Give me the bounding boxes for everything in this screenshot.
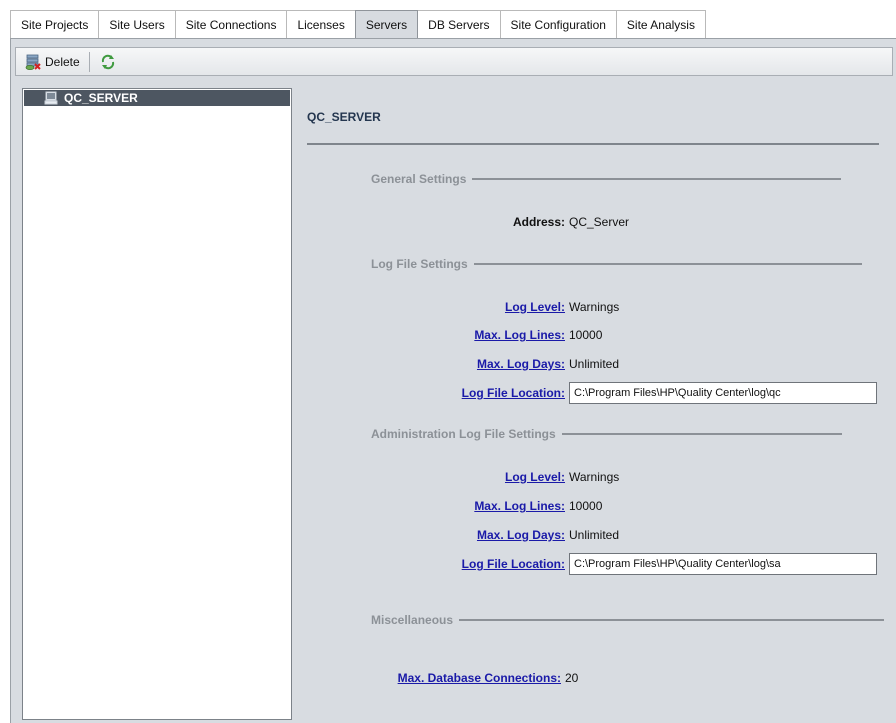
address-label: Address:: [512, 215, 565, 229]
tree-item-qc-server[interactable]: QC_SERVER: [24, 90, 290, 106]
section-divider: [472, 178, 842, 180]
tab-site-connections[interactable]: Site Connections: [175, 10, 288, 38]
section-heading: General Settings: [371, 172, 467, 186]
admin-max-log-days-value: Unlimited: [569, 528, 620, 542]
section-divider: [473, 263, 862, 265]
delete-button-label: Delete: [45, 54, 80, 69]
section-divider: [561, 433, 842, 435]
delete-button[interactable]: Delete: [20, 50, 84, 73]
toolbar-separator: [88, 51, 90, 72]
admin-log-level-row: Log Level: Warnings: [299, 467, 619, 487]
address-row: Address: QC_Server: [299, 212, 629, 232]
tab-site-projects[interactable]: Site Projects: [10, 10, 100, 38]
max-log-lines-link[interactable]: Max. Log Lines:: [299, 328, 569, 342]
toolbar: Delete: [15, 47, 893, 76]
admin-max-log-lines-row: Max. Log Lines: 10000: [299, 496, 602, 516]
section-admin-log-file-settings: Administration Log File Settings: [371, 427, 842, 441]
tab-licenses[interactable]: Licenses: [287, 10, 356, 38]
tree-item-label: QC_SERVER: [64, 91, 138, 105]
server-details: QC_SERVER General Settings Address: QC_S…: [299, 88, 895, 720]
tab-strip: Site Projects Site Users Site Connection…: [10, 10, 706, 38]
address-value: QC_Server: [569, 215, 630, 229]
site-administration-window: Site Projects Site Users Site Connection…: [0, 0, 896, 723]
log-level-link[interactable]: Log Level:: [299, 300, 569, 314]
admin-log-file-location-input[interactable]: [569, 553, 877, 575]
log-file-location-row: Log File Location:: [299, 382, 877, 404]
max-log-days-value: Unlimited: [569, 357, 620, 371]
admin-max-log-days-link[interactable]: Max. Log Days:: [299, 528, 569, 542]
tab-site-users[interactable]: Site Users: [99, 10, 176, 38]
section-heading: Administration Log File Settings: [371, 427, 556, 441]
section-heading: Miscellaneous: [371, 613, 454, 627]
admin-log-file-location-row: Log File Location:: [299, 553, 877, 575]
refresh-button[interactable]: [95, 50, 121, 73]
max-db-connections-row: Max. Database Connections: 20: [295, 668, 579, 688]
admin-max-log-lines-link[interactable]: Max. Log Lines:: [299, 499, 569, 513]
admin-log-level-link[interactable]: Log Level:: [299, 470, 569, 484]
max-db-connections-link[interactable]: Max. Database Connections:: [295, 671, 565, 685]
section-general-settings: General Settings: [371, 172, 842, 186]
servers-tree[interactable]: QC_SERVER: [22, 88, 292, 720]
tab-site-analysis[interactable]: Site Analysis: [616, 10, 706, 38]
page-title: QC_SERVER: [307, 110, 381, 124]
server-icon: [44, 91, 58, 105]
max-log-lines-row: Max. Log Lines: 10000: [299, 325, 602, 345]
title-divider: [307, 143, 879, 145]
admin-max-log-lines-value: 10000: [569, 499, 603, 513]
delete-server-icon: [24, 53, 42, 71]
tab-site-configuration[interactable]: Site Configuration: [500, 10, 617, 38]
section-miscellaneous: Miscellaneous: [371, 613, 885, 627]
log-level-row: Log Level: Warnings: [299, 297, 619, 317]
log-level-value: Warnings: [569, 300, 620, 314]
log-file-location-link[interactable]: Log File Location:: [299, 386, 569, 400]
max-db-connections-value: 20: [565, 671, 579, 685]
section-log-file-settings: Log File Settings: [371, 257, 862, 271]
servers-panel: Delete QC_SERVER QC_SERVER General Setti…: [10, 38, 896, 723]
section-divider: [459, 619, 885, 621]
max-log-days-row: Max. Log Days: Unlimited: [299, 354, 619, 374]
log-file-location-input[interactable]: [569, 382, 877, 404]
admin-log-file-location-link[interactable]: Log File Location:: [299, 557, 569, 571]
section-heading: Log File Settings: [371, 257, 468, 271]
max-log-lines-value: 10000: [569, 328, 603, 342]
max-log-days-link[interactable]: Max. Log Days:: [299, 357, 569, 371]
refresh-icon: [99, 53, 117, 71]
admin-max-log-days-row: Max. Log Days: Unlimited: [299, 525, 619, 545]
admin-log-level-value: Warnings: [569, 470, 620, 484]
tab-db-servers[interactable]: DB Servers: [418, 10, 501, 38]
tab-servers[interactable]: Servers: [354, 10, 419, 38]
